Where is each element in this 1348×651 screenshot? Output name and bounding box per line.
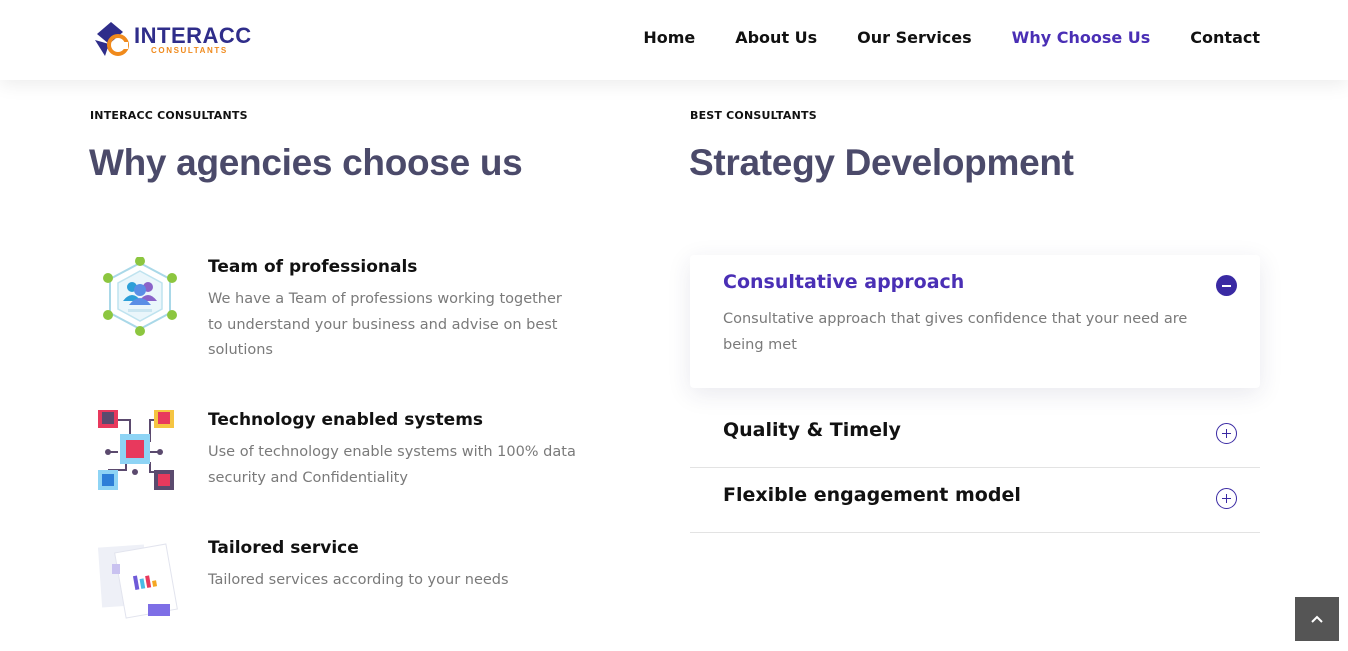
logo-mark-icon [95, 22, 129, 56]
site-header: INTERACC CONSULTANTS Home About Us Our S… [0, 0, 1348, 80]
feature-text: Tailored services according to your need… [208, 572, 509, 588]
feature-item: Technology enabled systems Use of techno… [90, 410, 590, 510]
nav-why-choose-us[interactable]: Why Choose Us [1012, 28, 1151, 47]
report-document-icon [97, 543, 178, 619]
feature-item: Tailored service Tailored services accor… [90, 538, 590, 628]
accordion-title[interactable]: Quality & Timely [723, 419, 901, 441]
logo-subtitle: CONSULTANTS [151, 46, 228, 55]
circuit-chip-icon [98, 410, 174, 490]
right-eyebrow: BEST CONSULTANTS [690, 109, 817, 122]
accordion-content: Consultative approach that gives confide… [723, 311, 1188, 353]
team-network-icon [103, 257, 177, 336]
nav-our-services[interactable]: Our Services [857, 28, 972, 47]
accordion-item-open[interactable]: Consultative approach Consultative appro… [690, 255, 1260, 388]
chevron-up-icon [1311, 615, 1323, 623]
expand-plus-icon[interactable] [1216, 423, 1237, 444]
accordion-item[interactable]: Flexible engagement model [690, 468, 1260, 533]
scroll-to-top-button[interactable] [1295, 597, 1339, 641]
main-nav: Home About Us Our Services Why Choose Us… [643, 28, 1260, 47]
feature-text: We have a Team of professions working to… [208, 291, 562, 358]
accordion-title[interactable]: Flexible engagement model [723, 484, 1021, 506]
expand-plus-icon[interactable] [1216, 488, 1237, 509]
nav-home[interactable]: Home [643, 28, 695, 47]
nav-about-us[interactable]: About Us [735, 28, 817, 47]
feature-text: Use of technology enable systems with 10… [208, 444, 576, 486]
feature-title: Team of professionals [208, 257, 418, 277]
right-heading: Strategy Development [689, 142, 1074, 183]
feature-title: Technology enabled systems [208, 410, 484, 430]
feature-item: Team of professionals We have a Team of … [90, 257, 590, 377]
accordion-title[interactable]: Consultative approach [723, 271, 964, 293]
left-heading: Why agencies choose us [89, 142, 523, 183]
feature-title: Tailored service [208, 538, 359, 558]
accordion-item[interactable]: Quality & Timely [690, 403, 1260, 468]
nav-contact[interactable]: Contact [1190, 28, 1260, 47]
collapse-minus-icon[interactable] [1216, 275, 1237, 296]
left-eyebrow: INTERACC CONSULTANTS [90, 109, 248, 122]
site-logo[interactable]: INTERACC CONSULTANTS [93, 20, 253, 60]
